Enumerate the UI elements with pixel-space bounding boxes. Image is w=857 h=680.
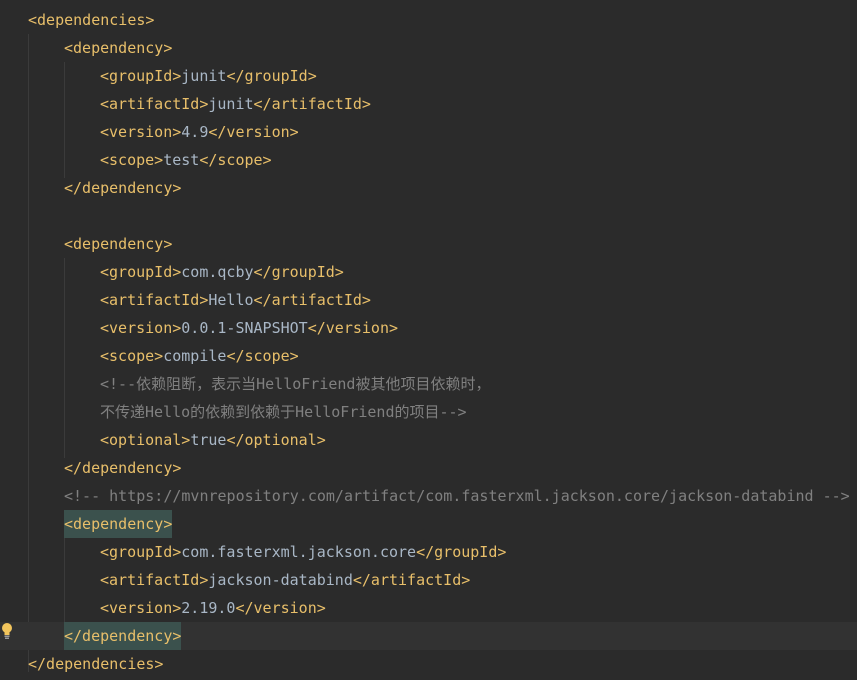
code-line[interactable]: <version>2.19.0</version> [0, 594, 857, 622]
xml-close-tag: </version> [307, 319, 399, 337]
code-line[interactable]: <optional>true</optional> [0, 426, 857, 454]
xml-open-tag: <optional> [100, 431, 191, 449]
xml-close-tag: </version> [208, 123, 299, 141]
code-line[interactable]: <artifactId>junit</artifactId> [0, 90, 857, 118]
xml-tag: <dependency> [64, 39, 173, 57]
xml-text: junit [208, 95, 254, 113]
xml-tag: <dependencies> [28, 11, 155, 29]
xml-text: junit [181, 67, 227, 85]
xml-close-tag: </artifactId> [253, 291, 371, 309]
xml-open-tag: <groupId> [100, 543, 182, 561]
code-line[interactable]: 不传递Hello的依赖到依赖于HelloFriend的项目--> [0, 398, 857, 426]
xml-comment: 不传递Hello的依赖到依赖于HelloFriend的项目--> [100, 403, 467, 421]
code-line[interactable]: <version>0.0.1-SNAPSHOT</version> [0, 314, 857, 342]
xml-tag: </dependency> [64, 179, 182, 197]
xml-text: 0.0.1-SNAPSHOT [181, 319, 308, 337]
code-line-blank[interactable] [0, 202, 857, 230]
xml-close-tag: </artifactId> [352, 571, 471, 589]
xml-close-tag: </groupId> [253, 263, 344, 281]
xml-open-tag: <version> [100, 319, 182, 337]
xml-text: compile [163, 347, 227, 365]
code-line[interactable]: <groupId>junit</groupId> [0, 62, 857, 90]
code-line[interactable]: <dependency> [0, 230, 857, 258]
code-line[interactable]: <scope>test</scope> [0, 146, 857, 174]
xml-close-tag: </artifactId> [253, 95, 371, 113]
code-line[interactable]: <artifactId>Hello</artifactId> [0, 286, 857, 314]
code-line[interactable]: <dependency> [0, 510, 857, 538]
xml-text: com.fasterxml.jackson.core [181, 543, 417, 561]
xml-close-tag: </scope> [199, 151, 272, 169]
xml-open-tag: <version> [100, 123, 182, 141]
xml-close-tag: </optional> [226, 431, 326, 449]
xml-open-tag: <version> [100, 599, 182, 617]
code-line[interactable]: <version>4.9</version> [0, 118, 857, 146]
xml-tag-bracket-match: </dependency> [64, 622, 182, 650]
xml-close-tag: </groupId> [416, 543, 507, 561]
xml-open-tag: <scope> [100, 151, 164, 169]
xml-open-tag: <scope> [100, 347, 164, 365]
xml-text: jackson-databind [208, 571, 353, 589]
xml-close-tag: </groupId> [226, 67, 317, 85]
xml-comment: <!--依赖阻断，表示当HelloFriend被其他项目依赖时， [100, 375, 491, 393]
code-line[interactable]: </dependency> [0, 454, 857, 482]
code-line[interactable]: </dependency> [0, 174, 857, 202]
xml-tag: </dependency> [64, 459, 182, 477]
xml-text: 2.19.0 [181, 599, 236, 617]
xml-open-tag: <groupId> [100, 263, 182, 281]
xml-tag: </dependencies> [28, 655, 164, 673]
xml-text: true [190, 431, 227, 449]
lightbulb-icon[interactable] [0, 621, 14, 641]
xml-comment: <!-- https://mvnrepository.com/artifact/… [64, 487, 850, 505]
code-line-current[interactable]: </dependency> [0, 622, 857, 650]
code-line[interactable]: <scope>compile</scope> [0, 342, 857, 370]
code-line[interactable]: <!--依赖阻断，表示当HelloFriend被其他项目依赖时， [0, 370, 857, 398]
xml-text: Hello [208, 291, 254, 309]
code-line[interactable]: <artifactId>jackson-databind</artifactId… [0, 566, 857, 594]
code-editor[interactable]: <dependencies> <dependency> <groupId>jun… [0, 0, 857, 680]
code-line[interactable]: <dependency> [0, 34, 857, 62]
xml-close-tag: </scope> [226, 347, 299, 365]
xml-text: com.qcby [181, 263, 254, 281]
xml-text: 4.9 [181, 123, 209, 141]
code-line[interactable]: <!-- https://mvnrepository.com/artifact/… [0, 482, 857, 510]
xml-open-tag: <groupId> [100, 67, 182, 85]
xml-open-tag: <artifactId> [100, 571, 209, 589]
xml-close-tag: </version> [235, 599, 326, 617]
code-line[interactable]: </dependencies> [0, 650, 857, 678]
xml-open-tag: <artifactId> [100, 291, 209, 309]
code-line[interactable]: <groupId>com.fasterxml.jackson.core</gro… [0, 538, 857, 566]
xml-tag: <dependency> [64, 235, 173, 253]
code-line[interactable]: <groupId>com.qcby</groupId> [0, 258, 857, 286]
xml-open-tag: <artifactId> [100, 95, 209, 113]
code-line[interactable]: <dependencies> [0, 6, 857, 34]
xml-text: test [163, 151, 200, 169]
xml-tag-bracket-match: <dependency> [64, 510, 173, 538]
